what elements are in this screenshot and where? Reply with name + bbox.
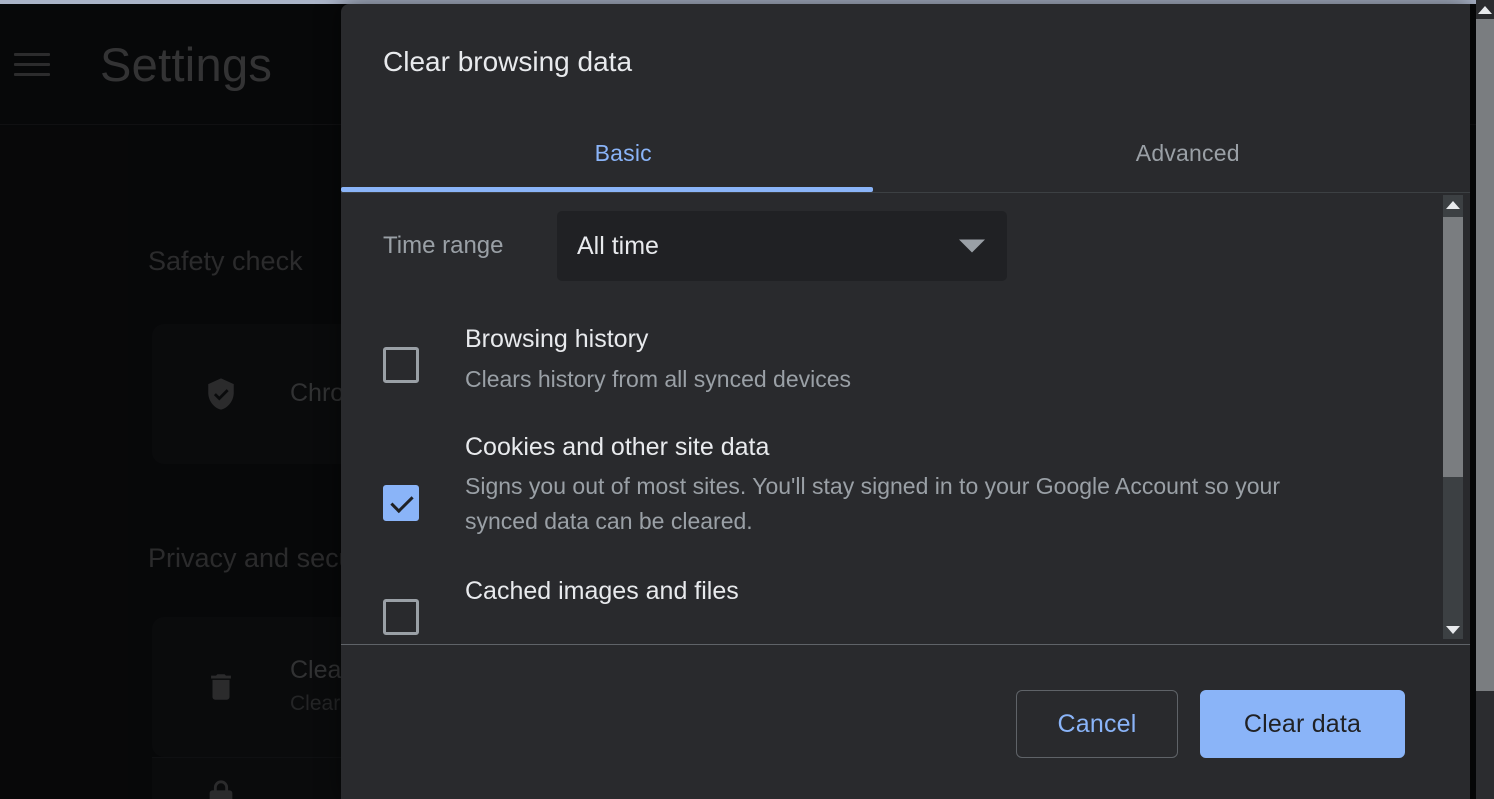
time-range-label: Time range: [383, 232, 504, 259]
arrow-down-icon: [1446, 625, 1460, 634]
tab-advanced[interactable]: Advanced: [906, 114, 1471, 192]
checkbox-browsing-history[interactable]: [383, 347, 419, 383]
tab-basic[interactable]: Basic: [341, 114, 906, 192]
dialog-scroll-up-button[interactable]: [1443, 195, 1463, 214]
dialog-scroll-down-button[interactable]: [1443, 620, 1463, 639]
option-row-cookies-and-site-data[interactable]: Cookies and other site data Signs you ou…: [383, 433, 1383, 540]
option-title: Cookies and other site data: [465, 432, 770, 461]
clear-browsing-data-dialog: Clear browsing data Basic Advanced Time …: [341, 4, 1470, 799]
option-description: Signs you out of most sites. You'll stay…: [465, 473, 1280, 535]
window-scroll-up-button[interactable]: [1476, 0, 1494, 19]
checkbox-cached-images-and-files[interactable]: [383, 599, 419, 636]
dialog-footer: Cancel Clear data: [341, 645, 1470, 799]
checkbox-cookies-and-site-data[interactable]: [383, 484, 419, 521]
window-scrollbar-thumb[interactable]: [1476, 19, 1494, 691]
option-description: Clears history from all synced devices: [465, 365, 852, 392]
cancel-button[interactable]: Cancel: [1016, 690, 1178, 758]
window-scrollbar[interactable]: [1476, 0, 1494, 799]
clear-data-button[interactable]: Clear data: [1200, 690, 1405, 758]
dialog-tabs: Basic Advanced: [341, 114, 1470, 193]
dialog-body: Time range All time Browsing history Cle…: [341, 193, 1470, 645]
dialog-title: Clear browsing data: [383, 46, 633, 77]
arrow-up-icon: [1478, 5, 1492, 14]
option-row-browsing-history[interactable]: Browsing history Clears history from all…: [383, 325, 1383, 397]
chevron-down-icon: [959, 239, 985, 253]
time-range-selected-value: All time: [577, 231, 659, 260]
option-title: Cached images and files: [465, 577, 739, 606]
dialog-scrollbar[interactable]: [1443, 195, 1463, 639]
app-root: Settings Safety check Chrome can help ke…: [0, 0, 1494, 799]
dialog-scrollbar-thumb[interactable]: [1443, 217, 1463, 477]
active-tab-indicator: [341, 187, 873, 192]
option-title: Browsing history: [465, 325, 649, 353]
option-row-cached-images-and-files[interactable]: Cached images and files: [383, 577, 1383, 639]
time-range-row: Time range All time: [383, 211, 1443, 281]
time-range-select[interactable]: All time: [557, 211, 1007, 281]
arrow-up-icon: [1446, 200, 1460, 209]
